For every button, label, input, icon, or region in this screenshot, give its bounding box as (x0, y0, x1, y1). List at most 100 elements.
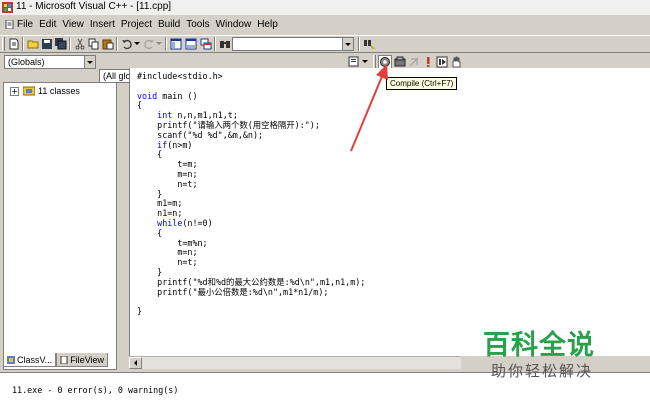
build-icon (394, 56, 406, 67)
menu-view-label: View (62, 19, 84, 30)
menu-window[interactable]: Window (213, 16, 255, 33)
find-in-files-button[interactable] (218, 37, 232, 51)
watermark-logo: 百科全说 助你轻松解决 (461, 318, 625, 386)
globals-combo[interactable]: (Globals) (4, 55, 96, 69)
toolbar-separator (116, 37, 118, 51)
tab-fileview-label: FileView (70, 354, 105, 365)
menu-tools[interactable]: Tools (183, 16, 212, 33)
paste-icon (102, 39, 114, 50)
save-button[interactable] (40, 37, 54, 51)
window-list-button[interactable] (199, 37, 213, 51)
new-file-icon (9, 38, 19, 50)
code-line: printf("最小公倍数是:%d\n",m1*n1/m); (137, 286, 329, 297)
open-button[interactable] (26, 37, 40, 51)
code-editor[interactable]: #include<stdio.h> void main (){ int n,n,… (129, 68, 650, 356)
code-line: n=t; (137, 257, 198, 268)
exclamation-icon (427, 57, 430, 67)
breakpoint-button[interactable] (449, 55, 463, 69)
editor-horizontal-scrollbar[interactable] (129, 356, 461, 369)
cut-icon (75, 38, 85, 50)
menu-edit[interactable]: Edit (36, 16, 59, 33)
code-lines: #include<stdio.h> void main (){ int n,n,… (137, 71, 365, 317)
compile-tooltip: Compile (Ctrl+F7) (386, 77, 458, 90)
globals-combo-value: (Globals) (8, 57, 45, 67)
watermark-subtitle: 助你轻松解决 (491, 362, 594, 380)
stop-build-button[interactable] (407, 55, 421, 69)
paste-button[interactable] (101, 37, 115, 51)
classview-icon (7, 355, 15, 364)
wizard-action-button[interactable] (347, 55, 361, 69)
hand-icon (452, 56, 461, 68)
wizard-dropdown-icon[interactable] (362, 60, 368, 63)
copy-icon (88, 38, 99, 50)
go-debug-button[interactable] (435, 55, 449, 69)
toolbar-grip[interactable] (373, 55, 376, 69)
code-line: if(n>m) (157, 139, 193, 150)
compile-button[interactable] (378, 55, 392, 69)
tree-root-label: 11 classes (38, 86, 80, 96)
save-all-icon (55, 38, 67, 50)
class-tree-root[interactable]: + 11 classes (10, 86, 80, 96)
code-line: void main () (137, 90, 198, 101)
menu-insert-label: Insert (89, 19, 115, 30)
menu-insert[interactable]: Insert (87, 16, 118, 33)
workspace-button[interactable] (169, 37, 183, 51)
build-button[interactable] (393, 55, 407, 69)
redo-button[interactable] (142, 37, 156, 51)
menu-build[interactable]: Build (155, 16, 183, 33)
menu-edit-label: Edit (39, 19, 57, 30)
menu-project[interactable]: Project (118, 16, 155, 33)
menu-file[interactable]: File (2, 16, 36, 33)
doc-icon (5, 20, 14, 29)
redo-dropdown-icon[interactable] (156, 42, 162, 45)
toolbar-separator (69, 37, 71, 51)
redo-icon (144, 39, 154, 50)
chevron-down-icon[interactable] (84, 56, 95, 68)
tab-classview-label: ClassV... (17, 354, 53, 365)
menu-build-label: Build (158, 19, 181, 30)
expand-icon[interactable]: + (10, 86, 19, 96)
stop-build-icon (409, 57, 419, 67)
build-result-text: 11.exe - 0 error(s), 0 warning(s) (12, 385, 179, 395)
standard-toolbar (0, 35, 650, 53)
compile-icon (380, 57, 390, 67)
chevron-down-icon[interactable] (342, 38, 353, 50)
output-window-icon (185, 38, 197, 50)
code-line: #include<stdio.h> (137, 71, 223, 81)
window-list-icon (200, 38, 212, 50)
menu-file-label: File (17, 19, 34, 30)
scroll-left-button[interactable] (129, 357, 142, 369)
tab-classview[interactable]: ClassV... (3, 353, 57, 367)
undo-icon (122, 39, 132, 50)
toolbar-separator (214, 37, 216, 51)
watermark-title: 百科全说 (483, 330, 595, 361)
menu-view[interactable]: View (59, 16, 87, 33)
execute-button[interactable] (421, 55, 435, 69)
menu-window-label: Window (215, 19, 252, 30)
code-line: } (137, 306, 143, 317)
undo-dropdown-icon[interactable] (134, 42, 140, 45)
fileview-icon (60, 355, 68, 364)
copy-button[interactable] (87, 37, 101, 51)
workspace-tabs: ClassV... FileView (3, 353, 109, 367)
title-bar: 11 - Microsoft Visual C++ - [11.cpp] (0, 0, 650, 15)
open-folder-icon (27, 40, 38, 49)
menu-tools-label: Tools (186, 19, 210, 30)
undo-button[interactable] (120, 37, 134, 51)
toolbar-separator (22, 37, 24, 51)
menu-help[interactable]: Help (254, 16, 281, 33)
find-combo[interactable] (232, 37, 354, 51)
cut-button[interactable] (73, 37, 87, 51)
toolbar-grip[interactable] (2, 37, 5, 51)
tab-fileview[interactable]: FileView (56, 353, 109, 367)
binoculars-icon (220, 41, 230, 48)
wizard-action-icon (348, 56, 359, 67)
save-all-button[interactable] (54, 37, 68, 51)
window-title: 11 - Microsoft Visual C++ - [11.cpp] (16, 1, 172, 12)
output-window-button[interactable] (184, 37, 198, 51)
new-file-button[interactable] (7, 37, 21, 51)
find-icon (364, 40, 375, 50)
menu-bar: File Edit View Insert Project Build Tool… (0, 16, 650, 33)
find-button[interactable] (362, 37, 376, 51)
